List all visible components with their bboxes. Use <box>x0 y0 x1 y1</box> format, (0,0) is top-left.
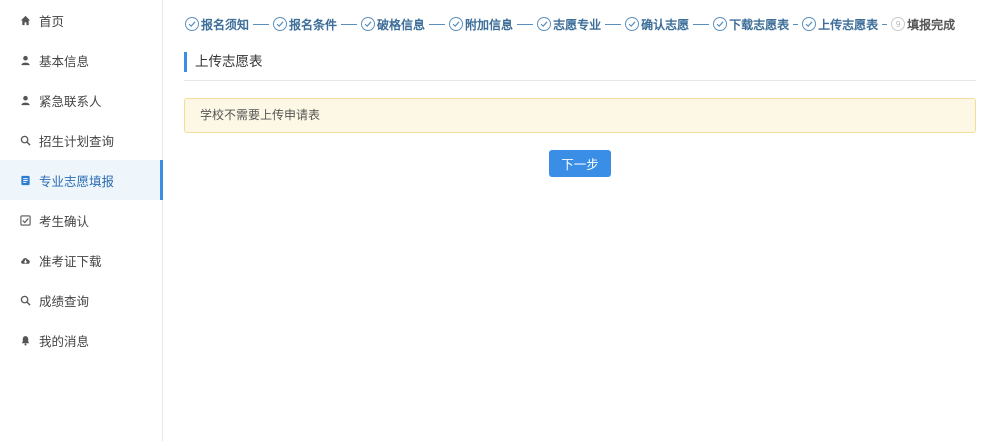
step-connector <box>253 23 270 25</box>
check-circle-icon <box>273 17 288 31</box>
step-item: 志愿专业 <box>537 16 625 33</box>
step-connector <box>882 23 888 25</box>
bell-icon <box>19 334 31 346</box>
cloud-download-icon <box>19 254 31 266</box>
step-item: 附加信息 <box>449 16 537 33</box>
sidebar-item-label: 招生计划查询 <box>39 133 115 149</box>
check-circle-icon <box>537 17 552 31</box>
sidebar-item-label: 我的消息 <box>39 333 90 349</box>
sidebar-item-label: 成绩查询 <box>39 293 90 309</box>
step-item: 报名条件 <box>273 16 361 33</box>
step-item: 破格信息 <box>361 16 449 33</box>
step-progress-bar: 报名须知 报名条件 破格信息 附加信息 志愿专业 确认志愿 下载志愿表 上传志愿… <box>185 14 955 34</box>
next-step-button[interactable]: 下一步 <box>549 150 611 177</box>
checkbox-icon <box>19 214 31 226</box>
sidebar-item-label: 考生确认 <box>39 213 90 229</box>
step-connector <box>793 23 799 25</box>
step-label: 下载志愿表 <box>729 17 790 32</box>
notice-alert: 学校不需要上传申请表 <box>184 98 976 133</box>
sidebar-item-label: 专业志愿填报 <box>39 173 115 189</box>
step-label: 报名须知 <box>201 17 250 32</box>
sidebar-item-home[interactable]: 首页 <box>0 0 163 40</box>
sidebar-item-label: 基本信息 <box>39 53 90 69</box>
user-icon <box>19 94 31 106</box>
sidebar-item-score-query[interactable]: 成绩查询 <box>0 280 163 320</box>
sidebar-item-major-application[interactable]: 专业志愿填报 <box>0 160 163 200</box>
sidebar-item-enrollment-plan[interactable]: 招生计划查询 <box>0 120 163 160</box>
search-icon <box>19 134 31 146</box>
step-number-circle-icon: 9 <box>891 17 906 31</box>
step-label: 确认志愿 <box>641 17 690 32</box>
check-circle-icon <box>625 17 640 31</box>
step-connector <box>429 23 446 25</box>
sidebar-item-emergency-contact[interactable]: 紧急联系人 <box>0 80 163 120</box>
user-icon <box>19 54 31 66</box>
home-icon <box>19 14 31 26</box>
sidebar-item-my-messages[interactable]: 我的消息 <box>0 320 163 360</box>
sidebar-item-label: 紧急联系人 <box>39 93 102 109</box>
sidebar-item-basic-info[interactable]: 基本信息 <box>0 40 163 80</box>
step-item: 上传志愿表 <box>802 16 891 33</box>
step-connector <box>517 23 534 25</box>
section-title: 上传志愿表 <box>184 52 263 72</box>
step-item: 下载志愿表 <box>713 16 802 33</box>
step-connector <box>341 23 358 25</box>
step-label: 附加信息 <box>465 17 514 32</box>
step-item: 报名须知 <box>185 16 273 33</box>
step-label: 报名条件 <box>289 17 338 32</box>
sidebar-item-admission-ticket[interactable]: 准考证下载 <box>0 240 163 280</box>
step-label: 上传志愿表 <box>818 17 879 32</box>
check-circle-icon <box>449 17 464 31</box>
sidebar: 首页 基本信息 紧急联系人 招生计划查询 专业志愿填报 考生确认 准考证下载 成… <box>0 0 163 441</box>
step-connector <box>693 23 710 25</box>
main-content: 报名须知 报名条件 破格信息 附加信息 志愿专业 确认志愿 下载志愿表 上传志愿… <box>163 0 990 441</box>
search-icon <box>19 294 31 306</box>
check-circle-icon <box>802 17 817 31</box>
sidebar-item-candidate-confirm[interactable]: 考生确认 <box>0 200 163 240</box>
check-circle-icon <box>361 17 376 31</box>
step-label: 破格信息 <box>377 17 426 32</box>
divider <box>184 80 976 81</box>
sidebar-item-label: 首页 <box>39 13 65 29</box>
app-root: 首页 基本信息 紧急联系人 招生计划查询 专业志愿填报 考生确认 准考证下载 成… <box>0 0 990 441</box>
sidebar-item-label: 准考证下载 <box>39 253 102 269</box>
step-item: 确认志愿 <box>625 16 713 33</box>
check-circle-icon <box>713 17 728 31</box>
check-circle-icon <box>185 17 199 31</box>
step-label: 志愿专业 <box>553 17 602 32</box>
step-label: 填报完成 <box>907 17 956 32</box>
step-connector <box>605 23 622 25</box>
document-icon <box>19 174 31 186</box>
step-item: 9 填报完成 <box>891 16 955 33</box>
